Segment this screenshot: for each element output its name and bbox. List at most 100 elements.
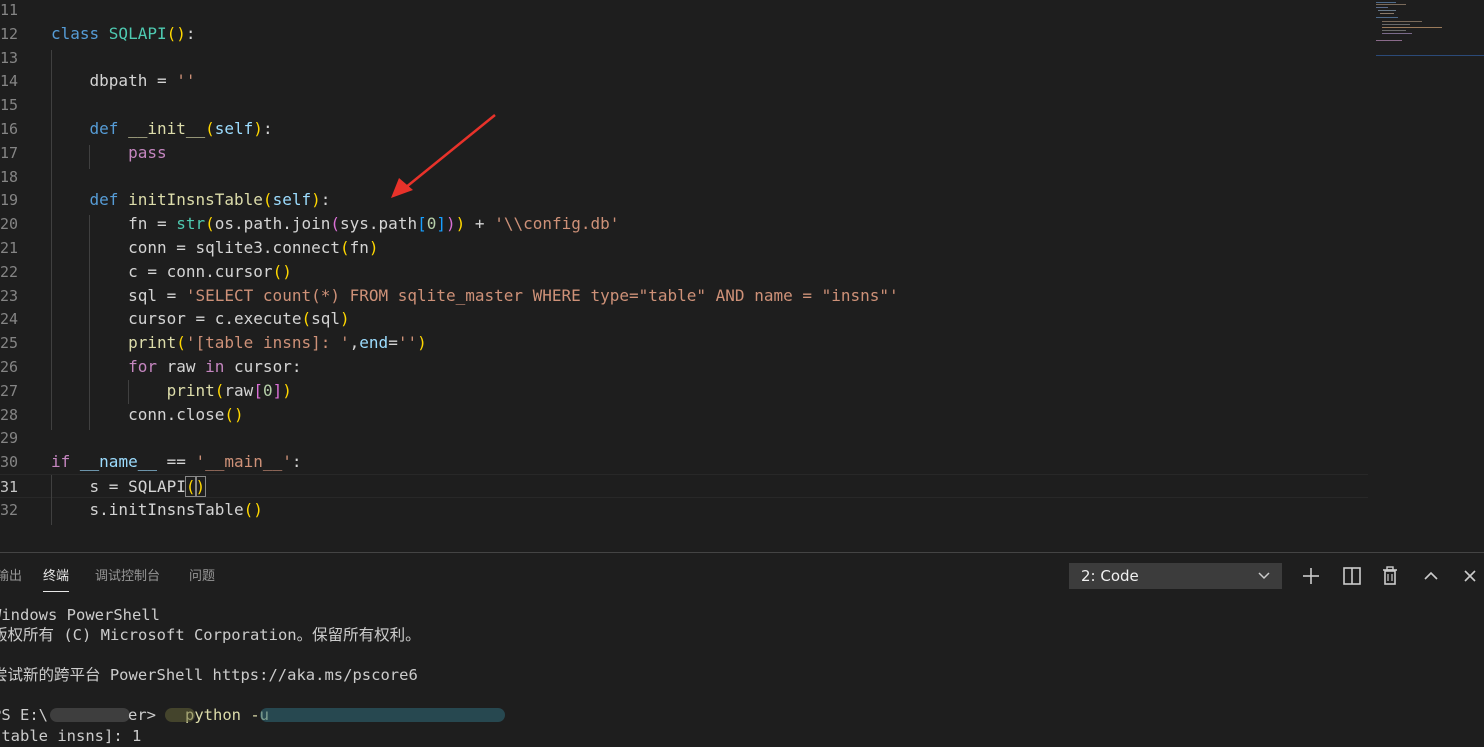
code-line[interactable]: 30 if __name__ == '__main__': — [0, 450, 1368, 474]
new-terminal-button[interactable] — [1297, 563, 1325, 589]
code-token: = — [388, 333, 398, 353]
code-token: s.initInsnsTable — [51, 499, 244, 519]
code-token: ) — [194, 476, 207, 497]
code-line[interactable]: 12 class SQLAPI(): — [0, 22, 1368, 46]
code-token: print — [166, 380, 215, 400]
code-token: ) — [340, 309, 350, 329]
code-token: ) — [234, 404, 244, 424]
code-line[interactable]: 22 c = conn.cursor() — [0, 260, 1368, 284]
line-number: 30 — [0, 453, 19, 472]
code-token: class — [51, 23, 109, 43]
code-editor[interactable]: 11 12 class SQLAPI(): 13 14 dbpath = '' 15 16 … — [0, 0, 1484, 552]
code-token: : — [291, 452, 302, 472]
code-token: s = SQLAPI — [51, 477, 186, 496]
code-token: ( — [339, 238, 350, 257]
code-token: def — [89, 119, 129, 138]
terminal-selector-dropdown[interactable]: 2: Code — [1069, 563, 1282, 589]
code-line[interactable]: 17 pass — [0, 141, 1368, 165]
code-token: __name__ — [79, 452, 157, 472]
code-token: ( — [205, 119, 215, 138]
bottom-panel: 输出 终端 调试控制台 问题 2: Code Windows PowerShel… — [0, 552, 1484, 747]
code-token: in — [205, 357, 235, 376]
code-token: ) — [253, 119, 263, 138]
code-line[interactable]: 24 cursor = c.execute(sql) — [0, 307, 1368, 331]
code-line[interactable]: 21 conn = sqlite3.connect(fn) — [0, 236, 1368, 260]
terminal-output[interactable]: Windows PowerShell 版权所有 (C) Microsoft Co… — [0, 605, 1484, 747]
split-terminal-button[interactable] — [1338, 563, 1366, 589]
terminal-line: [table insns]: 1 — [0, 727, 142, 745]
code-text: conn = sqlite3.connect(fn) — [51, 236, 378, 260]
maximize-panel-button[interactable] — [1417, 563, 1445, 589]
code-line[interactable]: 13 — [0, 46, 1368, 70]
close-panel-button[interactable] — [1456, 563, 1484, 589]
line-number: 32 — [0, 500, 19, 519]
code-token: conn.close — [51, 404, 225, 424]
plus-icon — [1303, 568, 1319, 584]
code-line[interactable]: 28 conn.close() — [0, 403, 1368, 427]
code-token: 'SELECT count(*) FROM sqlite_master WHER… — [185, 285, 899, 305]
code-line[interactable]: 18 — [0, 165, 1368, 189]
code-text: print('[table insns]: ',end='') — [51, 331, 427, 355]
code-line[interactable]: 26 for raw in cursor: — [0, 355, 1368, 379]
code-line[interactable]: 25 print('[table insns]: ',end='') — [0, 331, 1368, 355]
indent-guide-main — [51, 475, 52, 525]
indent-guide-def2 — [89, 215, 90, 430]
code-line[interactable]: 11 — [0, 0, 1368, 22]
indent-guide-def — [89, 145, 90, 169]
trash-icon — [1383, 566, 1397, 585]
code-line[interactable]: 29 — [0, 426, 1368, 450]
code-token: '\\config.db' — [494, 214, 620, 234]
code-line[interactable]: 23 sql = 'SELECT count(*) FROM sqlite_ma… — [0, 284, 1368, 308]
code-token: ( — [214, 380, 225, 400]
kill-terminal-button[interactable] — [1376, 563, 1404, 589]
code-token: '' — [397, 333, 418, 353]
code-token: self — [272, 190, 312, 210]
terminal-line: Windows PowerShell — [0, 606, 160, 624]
code-token: , — [349, 333, 360, 353]
code-token: sys.path — [340, 214, 418, 234]
close-icon — [1464, 570, 1476, 582]
code-text: pass — [51, 141, 167, 165]
code-token: ( — [272, 261, 283, 281]
code-token: cursor: — [234, 357, 302, 376]
code-text: c = conn.cursor() — [51, 260, 292, 284]
tab-terminal[interactable]: 终端 — [43, 567, 70, 592]
code-token: 0 — [262, 380, 273, 400]
terminal-line: 尝试新的跨平台 PowerShell https://aka.ms/pscore… — [0, 666, 418, 684]
code-token: if — [51, 452, 80, 472]
code-line[interactable]: 19 def initInsnsTable(self): — [0, 188, 1368, 212]
terminal-command: python -u — [185, 706, 269, 724]
tab-debug-console[interactable]: 调试控制台 — [95, 567, 160, 591]
code-token: ) — [417, 333, 427, 353]
code-line[interactable]: 31 s = SQLAPI() — [0, 474, 1368, 498]
code-token: ) — [176, 23, 186, 43]
code-line[interactable]: 14 dbpath = '' — [0, 69, 1368, 93]
code-token: ( — [205, 214, 215, 234]
code-line[interactable]: 27 print(raw[0]) — [0, 379, 1368, 403]
code-line[interactable]: 32 s.initInsnsTable() — [0, 498, 1368, 522]
code-line[interactable]: 16 def __init__(self): — [0, 117, 1368, 141]
code-token: __init__ — [128, 119, 206, 138]
code-token: [ — [417, 214, 427, 234]
minimap[interactable] — [1372, 0, 1484, 60]
code-line[interactable]: 15 — [0, 93, 1368, 117]
code-text: fn = str(os.path.join(sys.path[0])) + '\… — [51, 212, 619, 236]
code-line[interactable]: 20 fn = str(os.path.join(sys.path[0])) +… — [0, 212, 1368, 236]
line-number: 24 — [0, 310, 19, 329]
line-number: 20 — [0, 215, 19, 234]
code-token: ) — [311, 190, 321, 210]
split-icon — [1343, 567, 1361, 585]
redacted-args — [260, 708, 505, 722]
tab-output[interactable]: 输出 — [0, 567, 22, 591]
code-token: ( — [262, 190, 273, 210]
code-token: : — [320, 190, 331, 210]
code-token: raw — [224, 380, 254, 400]
code-token: ( — [301, 309, 312, 329]
terminal-line: 版权所有 (C) Microsoft Corporation。保留所有权利。 — [0, 626, 421, 644]
tab-problems[interactable]: 问题 — [189, 567, 215, 591]
line-number: 31 — [0, 478, 19, 496]
line-number: 27 — [0, 381, 19, 400]
code-token: sql — [311, 309, 340, 329]
